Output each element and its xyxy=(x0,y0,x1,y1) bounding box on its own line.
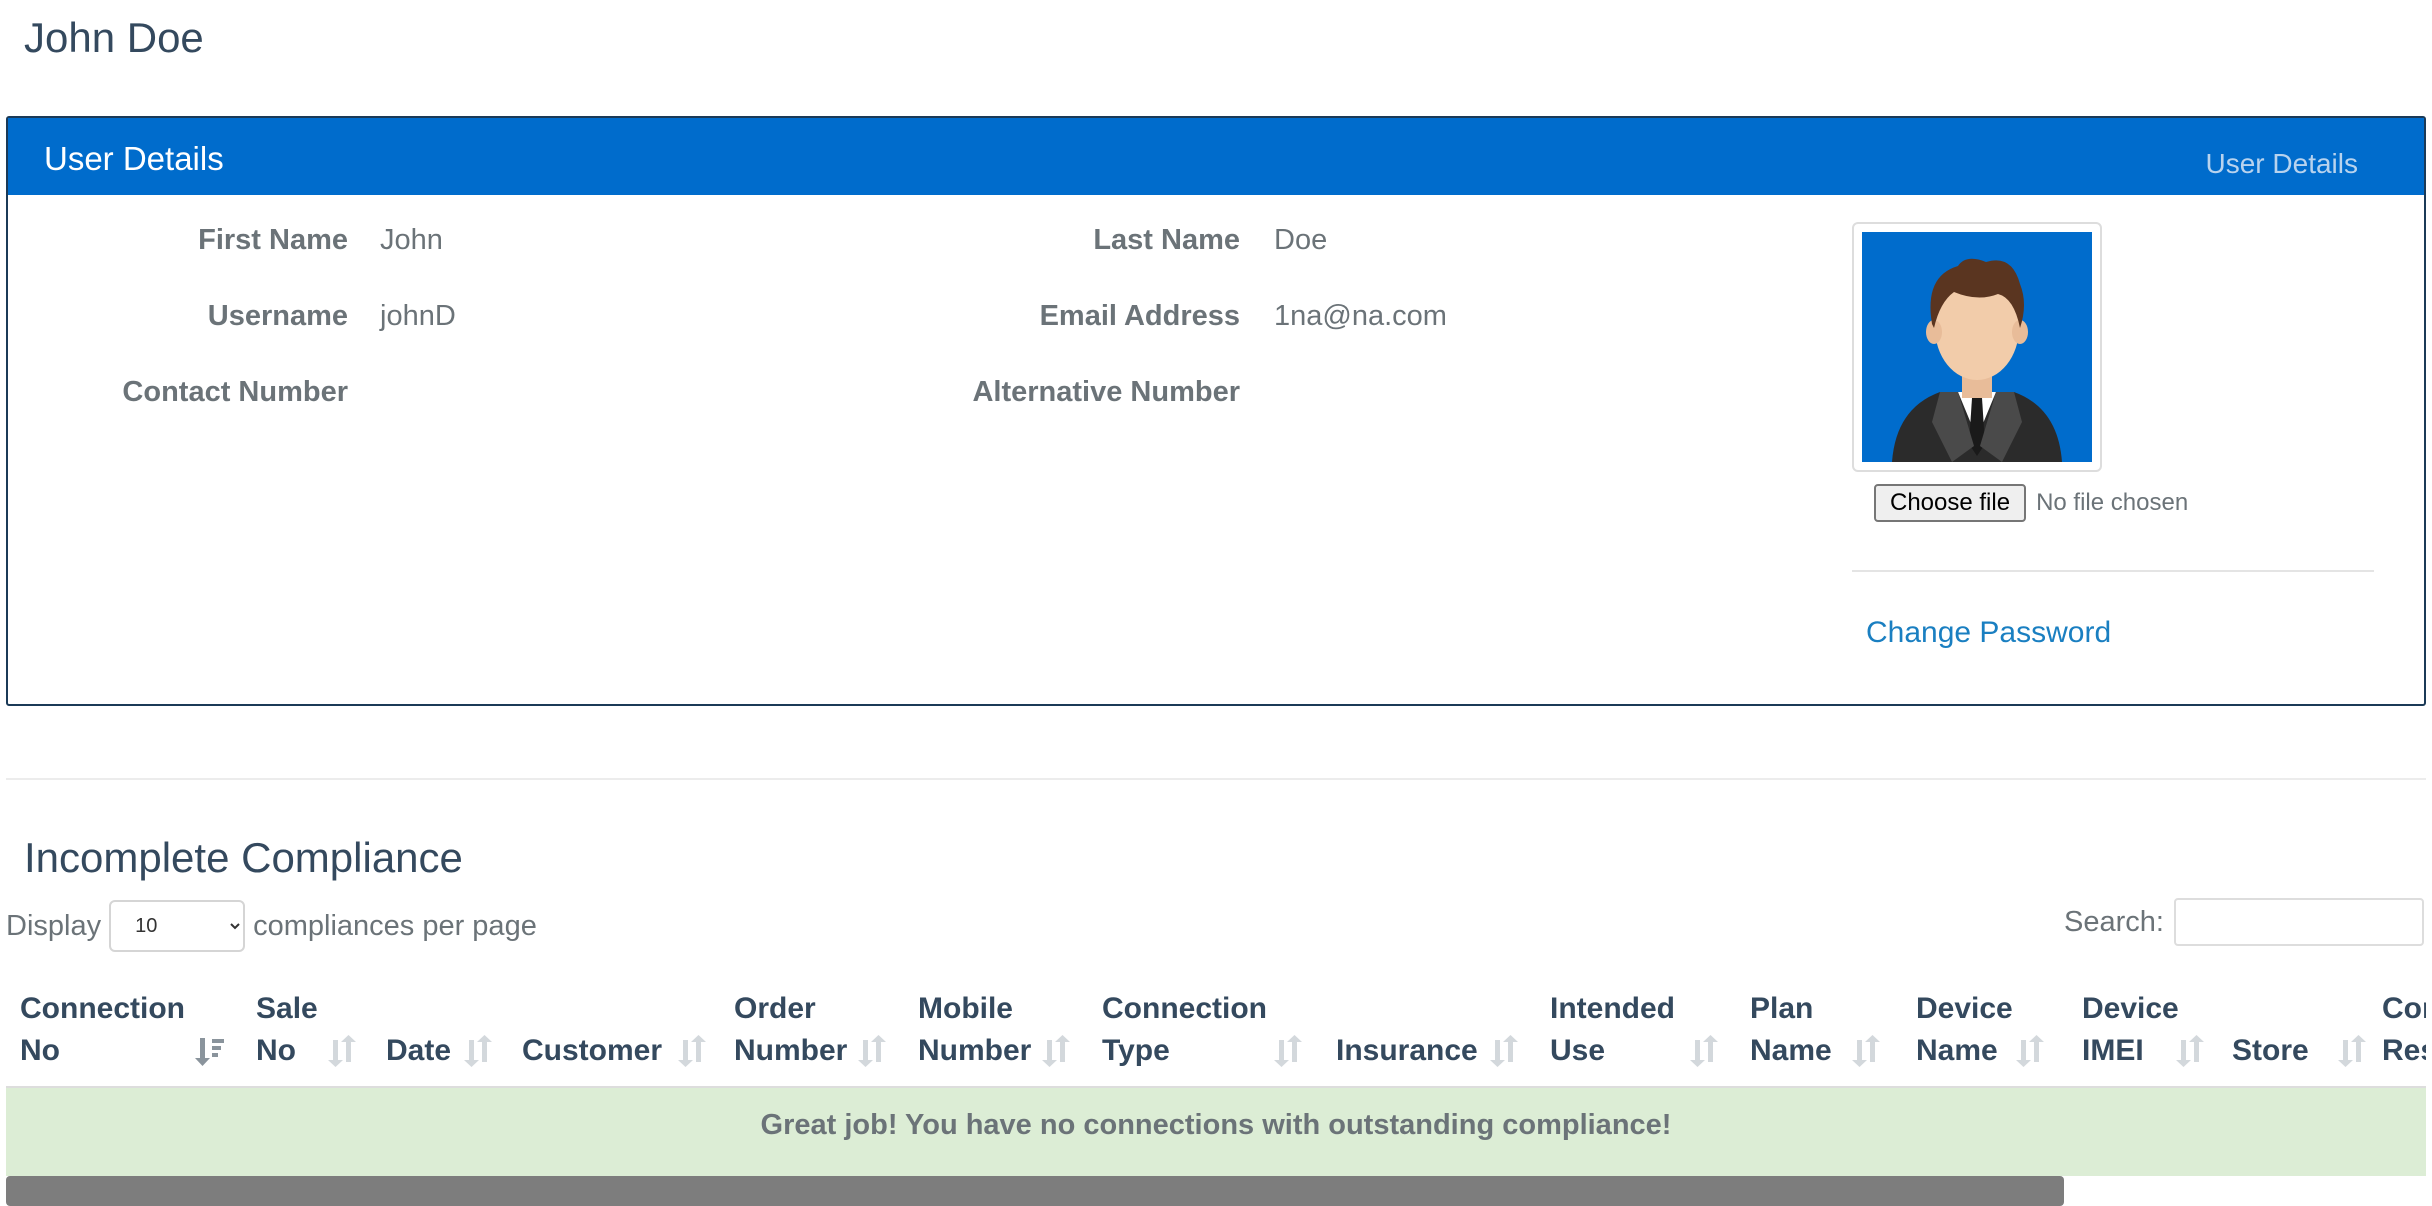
column-header-line1 xyxy=(1336,988,1478,1030)
column-header-line1: Connection xyxy=(20,992,185,1025)
column-header-line1: Plan xyxy=(1750,992,1814,1025)
column-header[interactable]: Sale No xyxy=(256,988,318,1072)
file-status: No file chosen xyxy=(2036,489,2189,516)
column-header-line2: Number xyxy=(918,1034,1032,1067)
search-input[interactable] xyxy=(2174,898,2424,946)
column-header-line1: Con xyxy=(2382,992,2426,1025)
column-header-line2: No xyxy=(20,1034,60,1067)
sort-icon[interactable] xyxy=(1038,1034,1072,1068)
column-header-line2: Res xyxy=(2382,1034,2426,1067)
column-header-line2: Number xyxy=(734,1034,848,1067)
column-header[interactable]: Customer xyxy=(522,988,662,1072)
column-header-line1 xyxy=(522,988,662,1030)
panel-header: User Details User Details xyxy=(8,118,2424,195)
column-header-line2: Type xyxy=(1102,1034,1170,1067)
alternative-number-label: Alternative Number xyxy=(972,376,1240,408)
column-header-line1: Device xyxy=(1916,992,2013,1025)
column-header-line2: IMEI xyxy=(2082,1034,2144,1067)
last-name-label: Last Name xyxy=(1093,224,1240,256)
page-length-control: Display 10 compliances per page xyxy=(6,900,537,952)
column-header[interactable]: Order Number xyxy=(734,988,847,1072)
sort-icon[interactable] xyxy=(2334,1034,2368,1068)
email-label: Email Address xyxy=(1039,300,1240,332)
section-title: Incomplete Compliance xyxy=(24,834,463,881)
column-header-line1 xyxy=(2232,988,2309,1030)
sort-icon[interactable] xyxy=(1270,1034,1304,1068)
sort-icon[interactable] xyxy=(674,1034,708,1068)
username-value: johnD xyxy=(380,300,456,332)
column-header-line1: Mobile xyxy=(918,992,1013,1025)
column-header[interactable]: Device Name xyxy=(1916,988,2013,1072)
display-suffix: compliances per page xyxy=(253,909,537,942)
panel-title: User Details xyxy=(44,140,224,177)
username-label: Username xyxy=(207,300,348,332)
section-divider xyxy=(6,778,2426,780)
column-header[interactable]: Date xyxy=(386,988,451,1072)
sort-icon[interactable] xyxy=(854,1034,888,1068)
column-header[interactable]: Connection Type xyxy=(1102,988,1267,1072)
column-header[interactable]: Plan Name xyxy=(1750,988,1832,1072)
last-name-value: Doe xyxy=(1274,224,1328,256)
sort-desc-icon[interactable] xyxy=(192,1034,226,1068)
contact-number-label: Contact Number xyxy=(122,376,348,408)
search-control: Search: xyxy=(2064,898,2424,946)
column-header-line1: Sale xyxy=(256,992,318,1025)
sort-icon[interactable] xyxy=(2012,1034,2046,1068)
empty-message: Great job! You have no connections with … xyxy=(760,1109,1672,1141)
column-header-line1: Order xyxy=(734,992,816,1025)
sort-icon[interactable] xyxy=(460,1034,494,1068)
panel-header-breadcrumb: User Details xyxy=(2205,148,2358,179)
file-upload: Choose file No file chosen xyxy=(1874,484,2188,522)
change-password-link[interactable]: Change Password xyxy=(1866,616,2111,650)
sort-icon[interactable] xyxy=(324,1034,358,1068)
first-name-value: John xyxy=(380,224,443,256)
sort-icon[interactable] xyxy=(2172,1034,2206,1068)
column-header-line2: Use xyxy=(1550,1034,1606,1067)
column-header-line2: Name xyxy=(1916,1034,1998,1067)
column-header-line2: Store xyxy=(2232,1034,2309,1067)
avatar xyxy=(1852,222,2102,472)
column-header-line1: Connection xyxy=(1102,992,1267,1025)
horizontal-scrollbar[interactable] xyxy=(6,1176,2064,1206)
column-header-line2: Customer xyxy=(522,1034,663,1067)
empty-table-row: Great job! You have no connections with … xyxy=(6,1088,2426,1176)
column-header-line2: Name xyxy=(1750,1034,1832,1067)
page-title: John Doe xyxy=(24,14,204,61)
search-label: Search: xyxy=(2064,905,2164,938)
avatar-image xyxy=(1862,232,2092,462)
display-prefix: Display xyxy=(6,909,102,942)
column-header-line1 xyxy=(386,988,451,1030)
column-header[interactable]: Store xyxy=(2232,988,2309,1072)
sort-icon[interactable] xyxy=(1686,1034,1720,1068)
column-header[interactable]: Connection No xyxy=(20,988,185,1072)
column-header[interactable]: Device IMEI xyxy=(2082,988,2179,1072)
sort-icon[interactable] xyxy=(1486,1034,1520,1068)
column-header[interactable]: Con Res xyxy=(2382,988,2426,1072)
divider xyxy=(1852,570,2374,572)
column-header-line1: Intended xyxy=(1550,992,1675,1025)
column-header[interactable]: Insurance xyxy=(1336,988,1478,1072)
column-header[interactable]: Intended Use xyxy=(1550,988,1675,1072)
sort-icon[interactable] xyxy=(1848,1034,1882,1068)
column-header-line2: No xyxy=(256,1034,296,1067)
user-details-panel: User Details User Details First Name Joh… xyxy=(6,116,2426,706)
column-header-line2: Insurance xyxy=(1336,1034,1478,1067)
column-header-line2: Date xyxy=(386,1034,452,1067)
email-value: 1na@na.com xyxy=(1274,300,1447,332)
first-name-label: First Name xyxy=(198,224,348,256)
column-header-line1: Device xyxy=(2082,992,2179,1025)
compliance-table: Connection No Sale No Date Customer Order Num… xyxy=(6,976,2426,1206)
choose-file-button[interactable]: Choose file xyxy=(1874,484,2027,522)
page-size-select[interactable]: 10 xyxy=(109,900,246,952)
column-header[interactable]: Mobile Number xyxy=(918,988,1031,1072)
